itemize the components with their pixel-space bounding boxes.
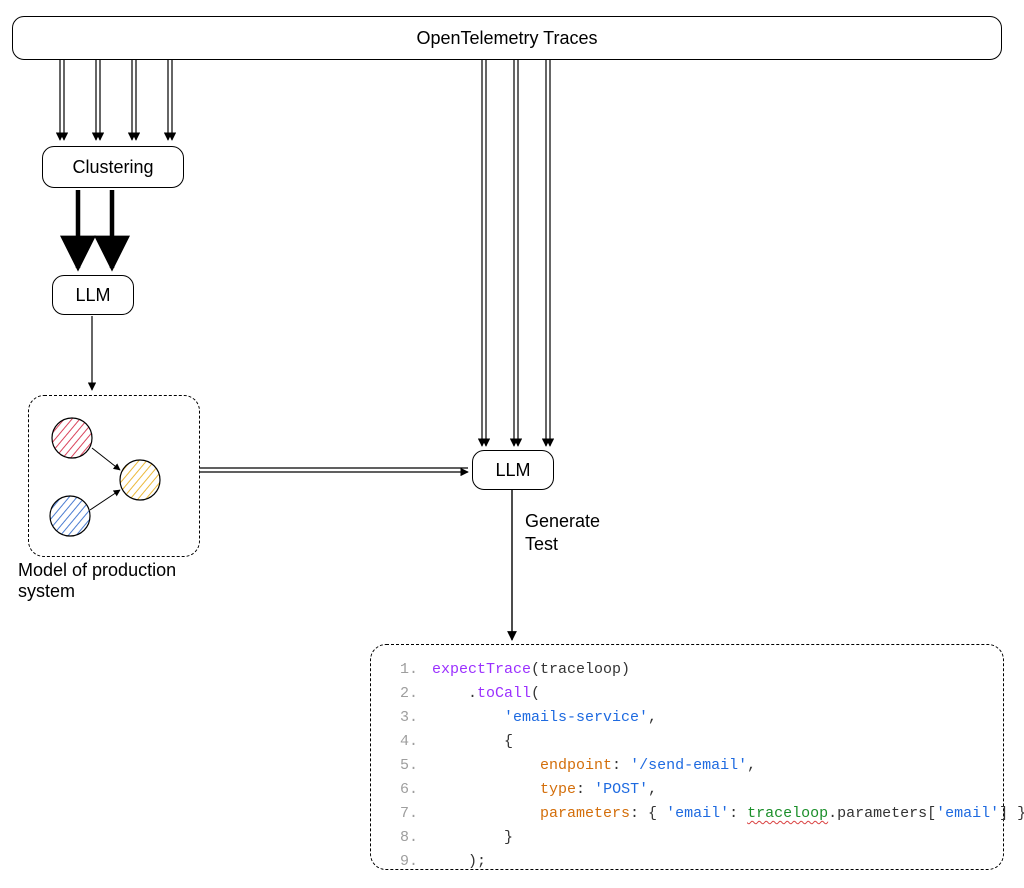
node-llm-right: LLM <box>472 450 554 490</box>
code-line: 5. endpoint: '/send-email', <box>388 754 1024 778</box>
node-llm-left: LLM <box>52 275 134 315</box>
code-line: 7. parameters: { 'email': traceloop.para… <box>388 802 1024 826</box>
code-line-text: parameters: { 'email': traceloop.paramet… <box>432 802 1024 826</box>
code-line-number: 4. <box>388 730 432 754</box>
node-opentelemetry-traces: OpenTelemetry Traces <box>12 16 1002 60</box>
code-line: 2. .toCall( <box>388 682 1024 706</box>
code-line-text: } <box>432 826 513 850</box>
model-caption: Model of production system <box>18 560 238 602</box>
code-line-number: 1. <box>388 658 432 682</box>
generate-test-label: Generate Test <box>525 510 600 557</box>
code-line-number: 2. <box>388 682 432 706</box>
code-line-text: { <box>432 730 513 754</box>
code-line: 1.expectTrace(traceloop) <box>388 658 1024 682</box>
node-clustering: Clustering <box>42 146 184 188</box>
code-line-text: .toCall( <box>432 682 540 706</box>
code-line-text: 'emails-service', <box>432 706 657 730</box>
node-label: Clustering <box>72 157 153 178</box>
arrows-traces-to-llm2 <box>482 60 550 446</box>
code-line-text: type: 'POST', <box>432 778 657 802</box>
code-line-text: endpoint: '/send-email', <box>432 754 756 778</box>
arrows-clustering-to-llm <box>78 190 112 268</box>
arrows-traces-to-clustering <box>60 60 172 140</box>
node-label: LLM <box>495 460 530 481</box>
code-line-text: expectTrace(traceloop) <box>432 658 630 682</box>
model-graph-container <box>28 395 200 557</box>
code-line-number: 3. <box>388 706 432 730</box>
code-line-number: 7. <box>388 802 432 826</box>
code-line-number: 9. <box>388 850 432 874</box>
code-line: 9. ); <box>388 850 1024 874</box>
code-line-number: 8. <box>388 826 432 850</box>
code-line: 4. { <box>388 730 1024 754</box>
node-label: OpenTelemetry Traces <box>416 28 597 49</box>
diagram-stage: OpenTelemetry Traces Clustering LLM Mode… <box>0 0 1024 888</box>
code-line: 3. 'emails-service', <box>388 706 1024 730</box>
code-line: 6. type: 'POST', <box>388 778 1024 802</box>
arrow-model-to-llm2 <box>200 468 468 472</box>
code-line-number: 5. <box>388 754 432 778</box>
code-line-text: ); <box>432 850 486 874</box>
code-line-number: 6. <box>388 778 432 802</box>
code-line: 8. } <box>388 826 1024 850</box>
code-block: 1.expectTrace(traceloop)2. .toCall(3. 'e… <box>388 658 1024 874</box>
node-label: LLM <box>75 285 110 306</box>
